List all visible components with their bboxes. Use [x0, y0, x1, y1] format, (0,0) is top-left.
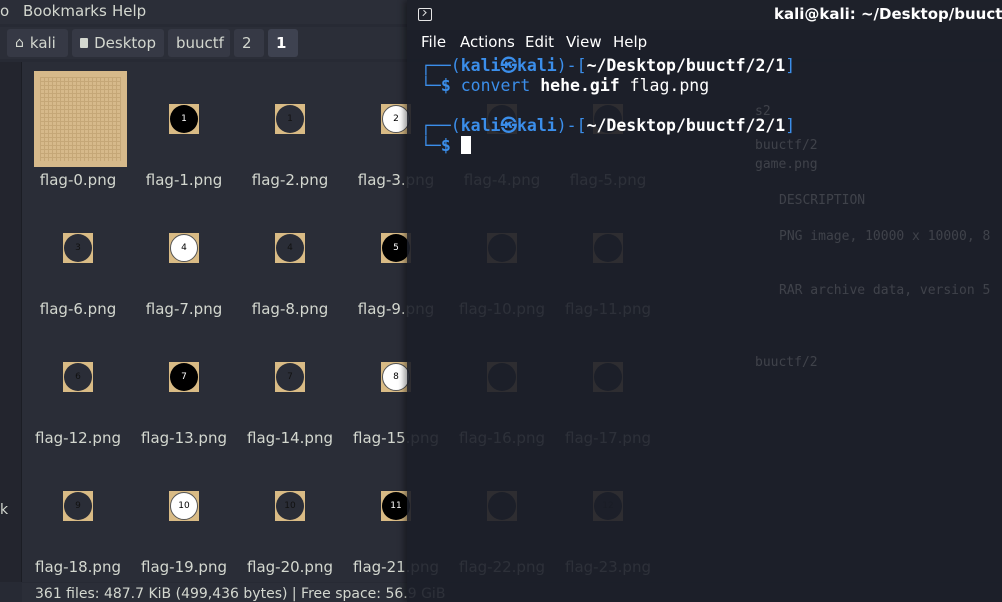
menu-go[interactable]: o [0, 2, 9, 20]
go-stone: 8 [382, 363, 410, 391]
go-stone: 9 [64, 492, 92, 520]
go-stone: 4 [276, 234, 304, 262]
sidebar[interactable]: k [0, 62, 22, 582]
breadcrumb-desktop[interactable]: Desktop [72, 29, 164, 57]
file-thumbnail: 10 [275, 491, 305, 521]
ghost-text: RAR archive data, version 5 [779, 283, 991, 298]
menu-view[interactable]: View [566, 33, 602, 51]
file-thumbnail: 9 [63, 491, 93, 521]
file-item[interactable]: 10 flag-19.png [131, 449, 237, 578]
file-name: flag-20.png [247, 558, 333, 576]
breadcrumb-kali[interactable]: ⌂ kali [7, 29, 68, 57]
go-stone: 10 [170, 492, 198, 520]
file-name: flag-6.png [39, 300, 117, 318]
ghost-text: buuctf/2 [755, 355, 818, 370]
file-thumbnail: 4 [275, 233, 305, 263]
ghost-text: PNG image, 10000 x 10000, 8 [779, 229, 991, 244]
file-item[interactable]: 10 flag-20.png [237, 449, 343, 578]
prompt-line: ┌──(kali㉿kali)-[~/Desktop/buuctf/2/1] [421, 56, 796, 75]
go-stone: 2 [382, 105, 410, 133]
file-item[interactable]: 6 flag-12.png [25, 320, 131, 449]
text-cursor [460, 136, 471, 154]
menu-actions[interactable]: Actions [460, 33, 515, 51]
file-item[interactable]: flag-0.png [25, 62, 131, 191]
ghost-text: game.png [755, 157, 818, 172]
file-name: flag-12.png [35, 429, 121, 447]
command-line: └─$ [421, 136, 795, 156]
file-item[interactable]: 7 flag-13.png [131, 320, 237, 449]
file-name: flag-18.png [35, 558, 121, 576]
ghost-text: DESCRIPTION [779, 193, 866, 208]
sidebar-label: k [0, 502, 9, 518]
go-stone: 7 [276, 363, 304, 391]
menu-bookmarks[interactable]: Bookmarks [23, 2, 107, 20]
command-line: └─$ convert hehe.gif flag.png [421, 76, 710, 95]
file-item[interactable]: 1 flag-1.png [131, 62, 237, 191]
file-name: flag-8.png [251, 300, 329, 318]
file-item[interactable]: 9 flag-18.png [25, 449, 131, 578]
file-name: flag-2.png [251, 171, 329, 189]
file-thumbnail: 4 [169, 233, 199, 263]
home-icon: ⌂ [15, 35, 24, 51]
breadcrumb-buuctf[interactable]: buuctf [168, 29, 230, 57]
file-thumbnail: 10 [169, 491, 199, 521]
file-name: flag-14.png [247, 429, 333, 447]
file-thumbnail: 1 [275, 104, 305, 134]
go-stone: 10 [276, 492, 304, 520]
terminal-output[interactable]: ┌──(kali㉿kali)-[~/Desktop/buuctf/2/1] └─$… [421, 56, 795, 156]
terminal-menubar: File Actions Edit View Help [407, 30, 1002, 54]
prompt-line: ┌──(kali㉿kali)-[~/Desktop/buuctf/2/1] [421, 116, 796, 135]
file-name: flag-0.png [39, 171, 117, 189]
file-thumbnail: 7 [275, 362, 305, 392]
menu-help[interactable]: Help [613, 33, 647, 51]
file-item[interactable]: 4 flag-8.png [237, 191, 343, 320]
file-item[interactable]: 3 flag-6.png [25, 191, 131, 320]
go-stone: 5 [382, 234, 410, 262]
menu-file[interactable]: File [421, 33, 446, 51]
terminal-icon [418, 8, 432, 21]
file-name: flag-19.png [141, 558, 227, 576]
breadcrumb-2[interactable]: 2 [234, 29, 264, 57]
go-stone: 1 [170, 105, 198, 133]
go-stone: 4 [170, 234, 198, 262]
file-item[interactable]: 1 flag-2.png [237, 62, 343, 191]
breadcrumb-1[interactable]: 1 [268, 29, 298, 57]
go-stone: 1 [276, 105, 304, 133]
go-stone: 11 [382, 492, 410, 520]
go-stone: 7 [170, 363, 198, 391]
file-item[interactable]: 4 flag-7.png [131, 191, 237, 320]
file-name: flag-1.png [145, 171, 223, 189]
go-stone: 6 [64, 363, 92, 391]
window-title: kali@kali: ~/Desktop/buuctf/2/1 [774, 5, 1002, 23]
file-item[interactable]: 7 flag-14.png [237, 320, 343, 449]
terminal-titlebar[interactable]: kali@kali: ~/Desktop/buuctf/2/1 [407, 0, 1002, 30]
menu-help[interactable]: Help [112, 2, 146, 20]
menu-edit[interactable]: Edit [525, 33, 554, 51]
desktop-icon [80, 38, 89, 48]
file-thumbnail: 6 [63, 362, 93, 392]
go-stone: 3 [64, 234, 92, 262]
file-name: flag-7.png [145, 300, 223, 318]
go-board-image [40, 77, 121, 161]
file-thumbnail: 7 [169, 362, 199, 392]
file-thumbnail: 3 [63, 233, 93, 263]
file-thumbnail: 1 [169, 104, 199, 134]
file-name: flag-13.png [141, 429, 227, 447]
terminal-window[interactable]: s2 buuctf/2 game.png DESCRIPTION PNG ima… [407, 0, 1002, 602]
file-thumbnail [34, 71, 127, 167]
